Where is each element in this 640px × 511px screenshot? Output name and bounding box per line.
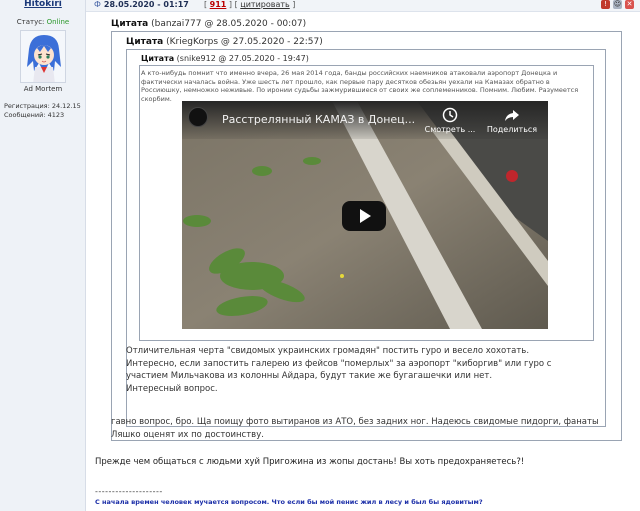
quote-2-label: Цитата	[126, 37, 164, 47]
quote-1-text: гавно вопрос, бро. Ща поищу фото вытиран…	[111, 417, 599, 440]
username-link[interactable]: Hitokiri	[0, 0, 86, 9]
quote-1-meta: (banzai777 @ 28.05.2020 - 00:07)	[151, 19, 307, 29]
video-player[interactable]: Расстрелянный КАМАЗ в Донец... Смотреть …	[182, 101, 548, 329]
channel-avatar[interactable]	[188, 107, 208, 127]
header-icons: ! ☺ ✕	[601, 0, 634, 9]
status-label: Статус:	[16, 18, 45, 26]
quote-3-meta: (snike912 @ 27.05.2020 - 19:47)	[176, 54, 309, 63]
quote-2-line: Интересный вопрос.	[126, 383, 218, 394]
post-date: Ф 28.05.2020 - 01:17	[94, 0, 189, 9]
post-date-text: 28.05.2020 - 01:17	[103, 0, 189, 9]
quote-2-meta: (KriegKorps @ 27.05.2020 - 22:57)	[166, 37, 323, 47]
avatar-caption: Ad Mortem	[23, 85, 63, 93]
reputation-icon[interactable]: ☺	[613, 0, 622, 9]
post-body: Прежде чем общаться с людьми хуй Пригожи…	[95, 457, 525, 467]
user-status: Статус: Online	[0, 18, 86, 26]
quote-1-label: Цитата	[111, 19, 149, 29]
signature-separator: --------------------	[95, 487, 163, 496]
post-icon[interactable]: Ф	[94, 0, 101, 9]
quote-2-line: Отличительная черта "свидомых украинских…	[126, 346, 530, 356]
watch-later-label: Смотреть ...	[424, 125, 476, 134]
video-title[interactable]: Расстрелянный КАМАЗ в Донец...	[222, 113, 415, 126]
bracket-open: [	[204, 0, 208, 9]
quote-link[interactable]: цитировать	[240, 0, 289, 9]
avatar[interactable]	[20, 30, 66, 83]
bracket-close: ]	[292, 0, 296, 9]
post-header: Ф 28.05.2020 - 01:17 [ 911 ] [ цитировать…	[86, 0, 640, 12]
quote-1-header: Цитата (banzai777 @ 28.05.2020 - 00:07)	[111, 19, 306, 29]
play-icon	[360, 209, 371, 223]
post-actions: [ 911 ] [ цитировать ]	[204, 0, 295, 9]
warning-icon[interactable]: !	[601, 0, 610, 9]
quote-3-text: А кто-нибудь помнит что именно вчера, 26…	[141, 69, 579, 103]
status-value: Online	[46, 18, 70, 26]
share-label: Поделиться	[486, 125, 538, 134]
quote-3-label: Цитата	[141, 54, 175, 63]
share-button[interactable]: Поделиться	[482, 107, 542, 134]
quote-2-line: Интересно, если запостить галерею из фей…	[126, 358, 552, 382]
post-number-link[interactable]: 911	[210, 0, 227, 9]
bracket-mid: ] [	[228, 0, 238, 9]
quote-2-text: Отличительная черта "свидомых украинских…	[126, 345, 596, 395]
delete-icon[interactable]: ✕	[625, 0, 634, 9]
play-button[interactable]	[342, 201, 386, 231]
watch-later-button[interactable]: Смотреть ...	[420, 107, 480, 134]
message-count: Сообщений: 4123	[4, 111, 65, 119]
quote-2-header: Цитата (KriegKorps @ 27.05.2020 - 22:57)	[126, 37, 323, 47]
share-icon	[505, 110, 519, 121]
user-info: Регистрация: 24.12.15 Сообщений: 4123	[4, 102, 81, 120]
signature: С начала времен человек мучается вопросо…	[95, 498, 483, 506]
clock-icon	[442, 107, 458, 123]
user-panel: Hitokiri Статус: Online Ad Mortem Регист…	[0, 0, 86, 511]
quote-3-header: Цитата (snike912 @ 27.05.2020 - 19:47)	[141, 54, 309, 63]
registration-date: Регистрация: 24.12.15	[4, 102, 81, 110]
